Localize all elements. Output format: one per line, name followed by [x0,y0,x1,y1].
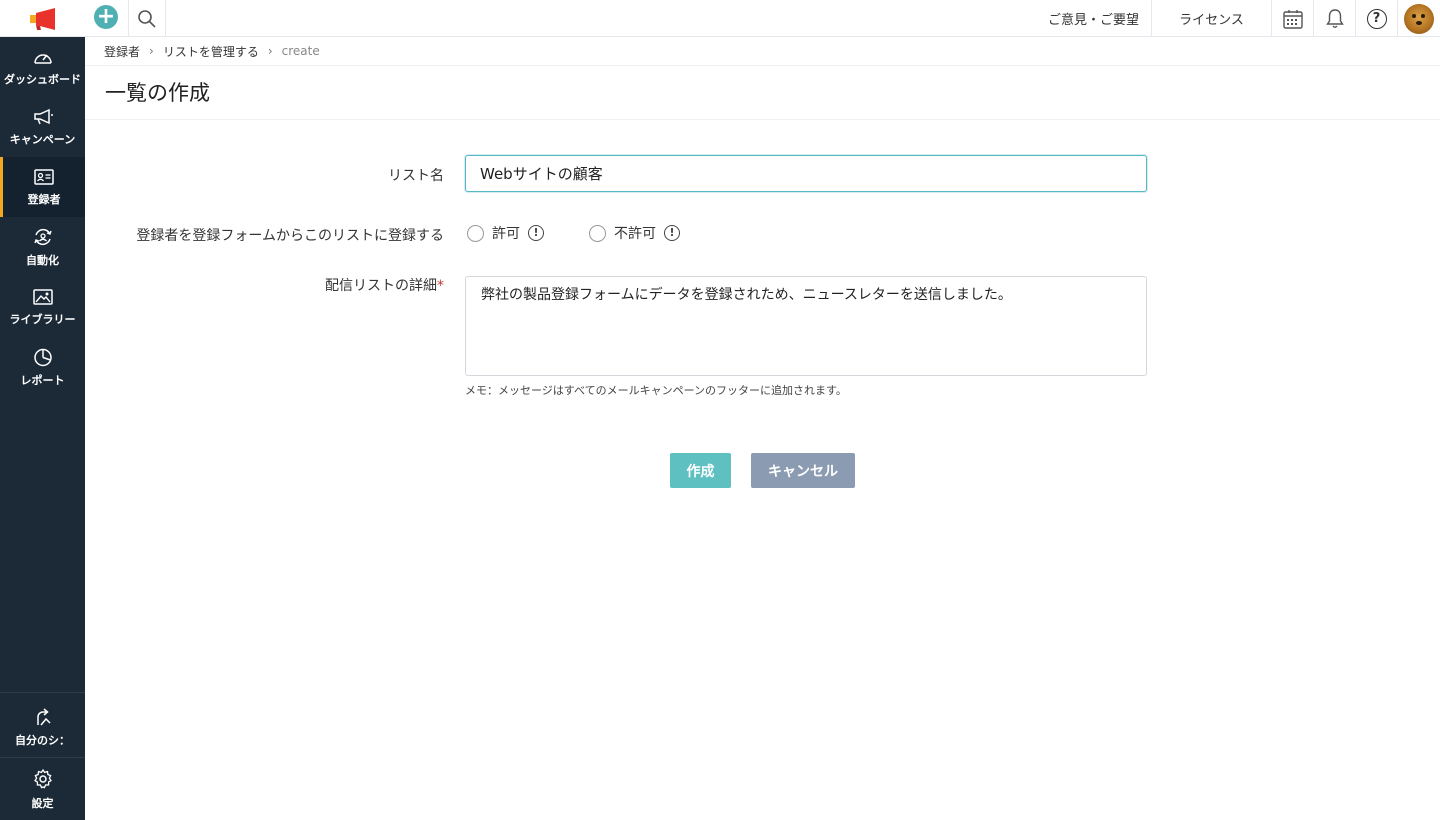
sidebar-item-label: 登録者 [27,192,61,206]
title-divider [85,119,1440,120]
search-icon [138,9,156,28]
breadcrumb-item-subscribers[interactable]: 登録者 [104,43,140,60]
sidebar-item-subscribers[interactable]: 登録者 [0,157,85,217]
description-textarea[interactable]: 弊社の製品登録フォームにデータを登録されため、ニュースレターを送信しました。 [465,276,1147,376]
top-bar-right: ご意見・ご要望 ライセンス ? [1034,0,1440,37]
page-title: 一覧の作成 [105,81,210,105]
sidebar-item-campaigns[interactable]: キャンペーン [0,97,85,157]
breadcrumb-divider [85,65,1440,66]
radio-deny-circle[interactable] [589,224,606,242]
memo-note: メモ：メッセージはすべてのメールキャンペーンのフッターに追加されます。 [465,384,847,397]
radio-allow[interactable]: 許可 ! [467,223,544,243]
sidebar-item-label: レポート [20,373,65,387]
radio-deny-label: 不許可 [614,226,656,242]
description-label: 配信リストの詳細* [325,275,444,295]
notifications-button[interactable] [1314,0,1356,37]
sidebar-item-my-signal[interactable]: 自分のシ： [0,697,85,757]
info-icon[interactable]: ! [528,225,544,241]
calendar-button[interactable] [1272,0,1314,37]
radio-deny[interactable]: 不許可 ! [589,223,680,243]
breadcrumb-item-manage-lists[interactable]: リストを管理する [163,43,259,60]
sidebar-item-dashboard[interactable]: ダッシュボード [0,37,85,97]
breadcrumb-item-current: create [281,44,320,58]
feedback-link[interactable]: ご意見・ご要望 [1034,0,1152,37]
dashboard-icon [33,53,52,64]
pie-chart-icon [33,348,52,366]
cancel-button[interactable]: キャンセル [751,453,855,488]
quick-create-button[interactable]: + [94,5,118,29]
sidebar-item-settings[interactable]: 設定 [0,759,85,819]
top-bar: + ご意見・ご要望 ライセンス ? [0,0,1440,37]
megaphone-icon [33,108,53,124]
megaphone-logo-icon [29,7,55,30]
sidebar-item-library[interactable]: ライブラリー [0,277,85,337]
required-mark: * [437,278,444,294]
user-avatar-button[interactable] [1398,0,1440,37]
sidebar-item-label: ライブラリー [9,312,76,326]
signal-icon [36,707,51,725]
sidebar-item-label: キャンペーン [9,132,76,146]
automation-icon [33,228,52,245]
contact-card-icon [34,168,54,185]
breadcrumb-separator: › [149,44,154,58]
sidebar-item-label: 自動化 [26,253,59,267]
calendar-icon [1282,9,1303,29]
help-button[interactable]: ? [1356,0,1398,37]
description-label-text: 配信リストの詳細 [325,278,437,294]
breadcrumb: 登録者 › リストを管理する › create [104,37,320,65]
signup-option-label: 登録者を登録フォームからこのリストに登録する [136,228,444,244]
sidebar-divider [0,692,85,693]
main-content: 登録者 › リストを管理する › create 一覧の作成 リスト名 登録者を登… [85,37,1440,820]
sidebar-item-label: 設定 [31,796,54,810]
info-icon[interactable]: ! [664,225,680,241]
sidebar-item-automation[interactable]: 自動化 [0,217,85,277]
list-name-label: リスト名 [388,168,444,184]
signup-radio-group: 許可 ! 不許可 ! [467,223,680,243]
breadcrumb-separator: › [267,44,273,58]
avatar [1404,3,1434,34]
create-button[interactable]: 作成 [670,453,731,488]
sidebar-divider [0,757,85,758]
list-name-input[interactable] [465,155,1147,192]
sidebar-item-reports[interactable]: レポート [0,337,85,397]
sidebar: ダッシュボード キャンペーン 登録者 自動化 ライブラリー レポート 自分のシ：… [0,37,85,820]
sidebar-item-label: 自分のシ： [15,733,70,747]
gear-icon [33,768,52,788]
sidebar-item-label: ダッシュボード [4,72,81,86]
help-icon: ? [1366,8,1387,29]
app-logo[interactable] [0,0,85,37]
radio-allow-circle[interactable] [467,224,484,242]
license-link[interactable]: ライセンス [1152,0,1272,37]
radio-allow-label: 許可 [492,226,520,242]
search-button[interactable] [128,0,166,37]
bell-icon [1325,8,1344,28]
image-icon [32,288,53,305]
